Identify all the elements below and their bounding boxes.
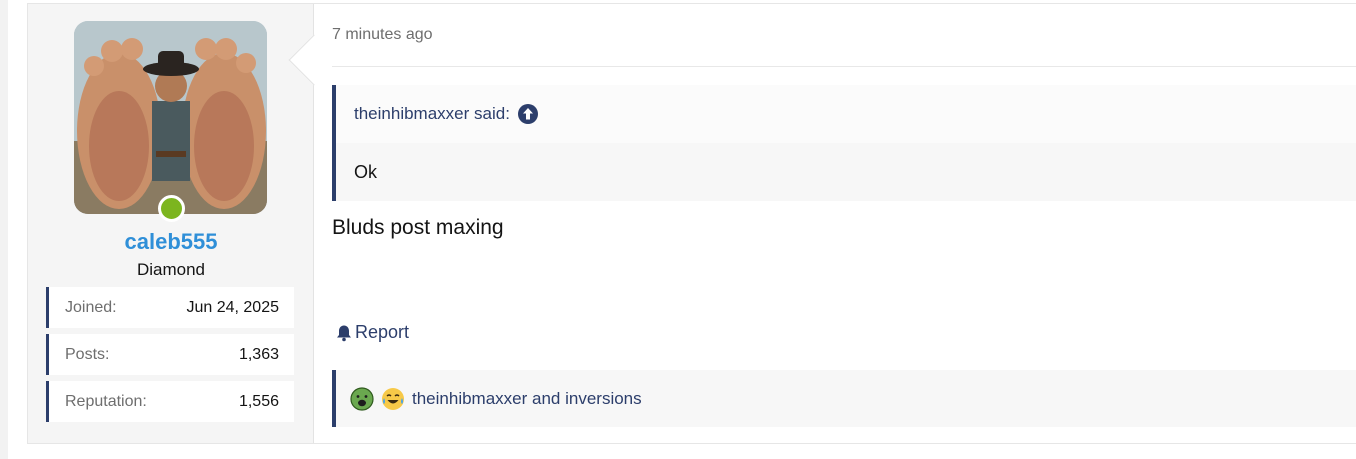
forum-post: caleb555 Diamond Joined: Jun 24, 2025 Po… <box>27 3 1356 444</box>
stat-label: Reputation: <box>65 392 147 410</box>
online-status-indicator <box>158 195 185 222</box>
stat-row-posts: Posts: 1,363 <box>46 334 294 375</box>
user-info-panel: caleb555 Diamond Joined: Jun 24, 2025 Po… <box>28 4 314 443</box>
stat-row-joined: Joined: Jun 24, 2025 <box>46 287 294 328</box>
crying-laughing-emoji-icon <box>382 387 404 410</box>
quote-author-link[interactable]: theinhibmaxxer said: <box>354 104 510 124</box>
header-divider <box>332 66 1356 67</box>
arrow-up-circle-icon[interactable] <box>517 104 538 124</box>
report-button[interactable]: Report <box>335 322 409 343</box>
sick-face-emoji-icon <box>350 386 374 411</box>
stat-label: Posts: <box>65 345 110 363</box>
post-content: 7 minutes ago theinhibmaxxer said: Ok Bl… <box>315 4 1356 443</box>
stat-value: Jun 24, 2025 <box>186 298 279 316</box>
report-label: Report <box>355 322 410 342</box>
user-avatar[interactable] <box>74 21 267 214</box>
post-message-text: Bluds post maxing <box>332 216 504 239</box>
stat-value: 1,363 <box>238 345 279 363</box>
username-link[interactable]: caleb555 <box>28 229 314 255</box>
post-timestamp[interactable]: 7 minutes ago <box>332 26 433 44</box>
stat-value: 1,556 <box>238 392 279 410</box>
reactions-users-text[interactable]: theinhibmaxxer and inversions <box>412 389 642 409</box>
user-rank-title: Diamond <box>136 260 206 279</box>
reactions-bar[interactable]: theinhibmaxxer and inversions <box>332 370 1356 427</box>
quote-body-text: Ok <box>354 162 378 182</box>
quote-block: theinhibmaxxer said: Ok <box>332 85 1356 201</box>
quote-header: theinhibmaxxer said: <box>336 85 1356 143</box>
stat-label: Joined: <box>65 298 117 316</box>
bell-icon <box>337 325 351 341</box>
page-left-rail <box>0 0 8 459</box>
stat-row-reputation: Reputation: 1,556 <box>46 381 294 422</box>
avatar-image <box>74 21 267 214</box>
